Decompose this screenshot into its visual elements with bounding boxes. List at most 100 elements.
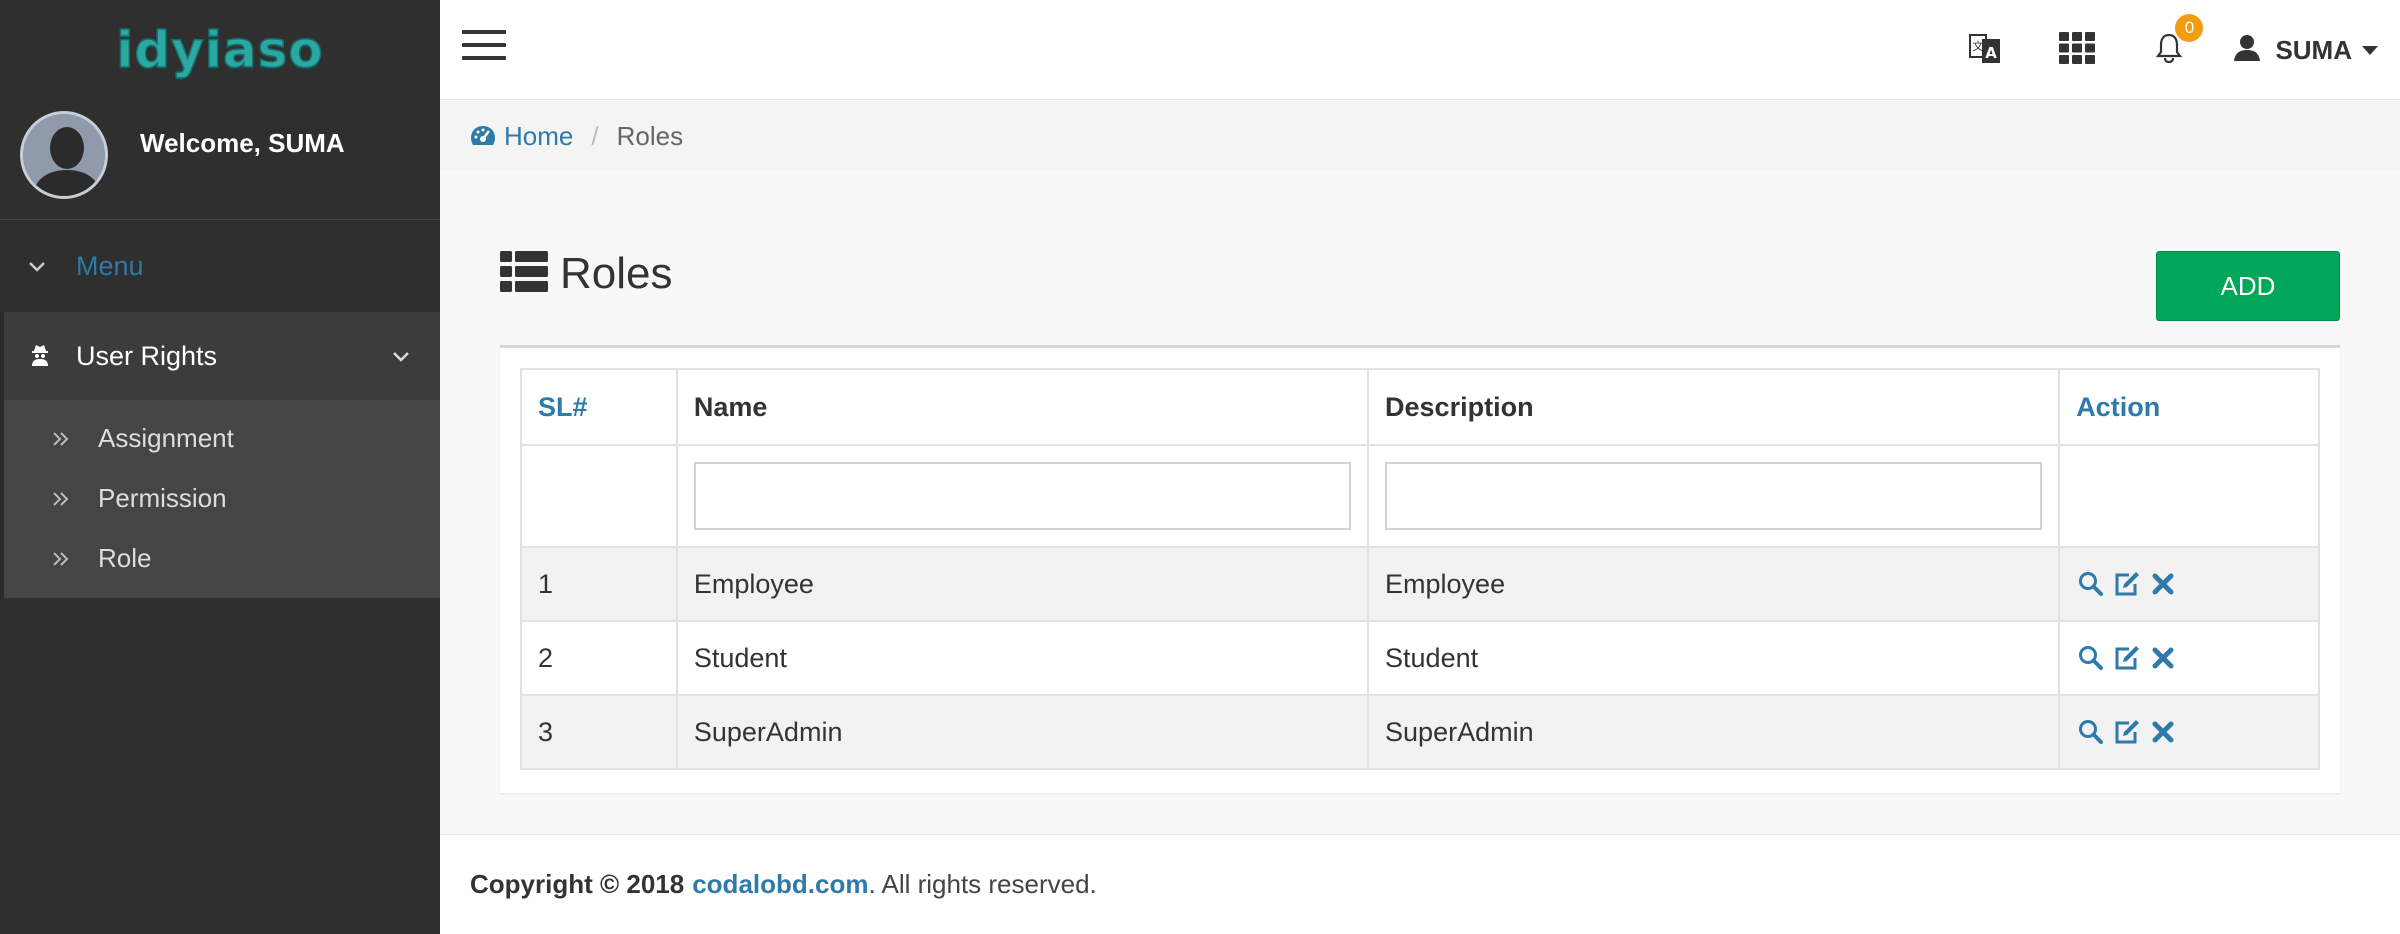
column-header-name[interactable]: Name — [675, 368, 1370, 446]
sidebar-item-role[interactable]: Role — [4, 528, 440, 588]
content-wrapper: Home / Roles Roles ADD SL# Name Descript… — [440, 101, 2400, 833]
footer-rights-text: . All rights reserved. — [868, 869, 1097, 899]
edit-icon[interactable] — [2112, 643, 2142, 673]
cell-sl: 2 — [520, 620, 678, 696]
notifications-button[interactable]: 0 — [2123, 0, 2215, 100]
sidebar-item-label: Permission — [98, 482, 227, 513]
breadcrumb-current: Roles — [616, 120, 684, 151]
user-icon — [2233, 34, 2261, 67]
sidebar-item-permission[interactable]: Permission — [4, 468, 440, 528]
footer-company-link[interactable]: codalobd.com — [692, 869, 868, 900]
filter-cell-empty — [2058, 444, 2320, 548]
sidebar-item-label: Assignment — [98, 422, 234, 453]
menu-toggle[interactable]: Menu — [0, 220, 440, 312]
row-actions — [2076, 643, 2302, 673]
cell-name: Student — [675, 620, 1370, 696]
chevron-down-icon — [28, 253, 58, 279]
cell-description: SuperAdmin — [1367, 694, 2061, 770]
notification-count-badge: 0 — [2175, 14, 2204, 42]
hamburger-icon-bar — [462, 43, 506, 47]
page-title: Roles — [560, 249, 673, 298]
double-chevron-right-icon — [52, 543, 82, 574]
avatar — [20, 110, 108, 199]
footer: Copyright © 2018 codalobd.com . All righ… — [440, 834, 2400, 934]
table-row: 2 Student Student — [520, 620, 2320, 696]
cell-name: SuperAdmin — [675, 694, 1370, 770]
cell-actions — [2058, 694, 2320, 770]
language-button[interactable]: A 文 — [1939, 0, 2031, 100]
table-row: 1 Employee Employee — [520, 546, 2320, 622]
add-button[interactable]: ADD — [2156, 251, 2340, 321]
cell-actions — [2058, 620, 2320, 696]
delete-x-icon[interactable] — [2148, 643, 2178, 673]
user-menu-dropdown[interactable]: SUMA — [2215, 0, 2400, 100]
table-header-row: SL# Name Description Action — [520, 368, 2320, 446]
list-icon — [500, 250, 548, 298]
user-secret-icon — [28, 342, 52, 371]
hamburger-icon-bar — [462, 56, 506, 60]
sidebar-item-label: Role — [98, 542, 152, 573]
user-silhouette-icon — [23, 113, 105, 196]
column-header-sl[interactable]: SL# — [520, 368, 678, 446]
breadcrumb-home-link[interactable]: Home — [470, 121, 573, 152]
tree-submenu: Assignment Permission Role — [4, 400, 440, 598]
table-row: 3 SuperAdmin SuperAdmin — [520, 694, 2320, 770]
svg-text:文: 文 — [1973, 39, 1984, 53]
roles-table: SL# Name Description Action 1 Employee E… — [520, 368, 2320, 770]
breadcrumb-separator: / — [591, 120, 599, 151]
caret-down-icon — [2362, 45, 2378, 55]
svg-text:A: A — [1986, 44, 1998, 62]
cell-sl: 3 — [520, 694, 678, 770]
name-filter-input[interactable] — [693, 462, 1352, 530]
cell-sl: 1 — [520, 546, 678, 622]
sidebar-toggle-button[interactable] — [462, 30, 506, 66]
roles-table-box: SL# Name Description Action 1 Employee E… — [500, 345, 2340, 793]
cell-description: Student — [1367, 620, 2061, 696]
brand-logo-text: idyiaso — [115, 20, 324, 80]
row-actions — [2076, 717, 2302, 747]
column-header-action: Action — [2058, 368, 2320, 446]
apps-button[interactable] — [2031, 0, 2123, 100]
sidebar-item-assignment[interactable]: Assignment — [4, 408, 440, 468]
sidebar-item-label: User Rights — [76, 340, 218, 371]
chevron-down-icon — [392, 343, 410, 369]
cell-actions — [2058, 546, 2320, 622]
delete-x-icon[interactable] — [2148, 717, 2178, 747]
brand-logo[interactable]: idyiaso — [115, 20, 324, 80]
cell-name: Employee — [675, 546, 1370, 622]
copyright-text: Copyright © 2018 — [470, 869, 685, 899]
tree-user-rights: User Rights Assignment Permission Role — [0, 312, 440, 598]
page-header: Roles — [500, 249, 673, 299]
brand[interactable]: idyiaso — [0, 0, 440, 100]
edit-icon[interactable] — [2112, 717, 2142, 747]
view-search-icon[interactable] — [2076, 569, 2106, 599]
sidebar-item-user-rights[interactable]: User Rights — [4, 312, 440, 400]
breadcrumb: Home / Roles — [440, 101, 2400, 171]
grid-icon — [2059, 31, 2096, 69]
filter-row — [520, 444, 2320, 548]
double-chevron-right-icon — [52, 483, 82, 514]
double-chevron-right-icon — [52, 423, 82, 454]
delete-x-icon[interactable] — [2148, 569, 2178, 599]
column-header-description[interactable]: Description — [1367, 368, 2061, 446]
menu-label: Menu — [76, 250, 144, 281]
view-search-icon[interactable] — [2076, 643, 2106, 673]
top-navbar: A 文 0 SUMA — [440, 0, 2400, 100]
sidebar: idyiaso Welcome, SUMA Menu User Rights A… — [0, 0, 440, 934]
view-search-icon[interactable] — [2076, 717, 2106, 747]
hamburger-icon-bar — [462, 30, 506, 34]
user-panel: Welcome, SUMA — [0, 90, 440, 220]
translate-icon: A 文 — [1968, 31, 2002, 70]
row-actions — [2076, 569, 2302, 599]
edit-icon[interactable] — [2112, 569, 2142, 599]
welcome-text: Welcome, SUMA — [140, 128, 345, 158]
filter-cell-description — [1367, 444, 2061, 548]
filter-cell-name — [675, 444, 1370, 548]
username: SUMA — [2275, 34, 2352, 65]
description-filter-input[interactable] — [1385, 462, 2043, 530]
cell-description: Employee — [1367, 546, 2061, 622]
filter-cell-empty — [520, 444, 678, 548]
navbar-icons: A 文 0 SUMA — [1939, 0, 2400, 100]
breadcrumb-home-label: Home — [504, 120, 574, 151]
dashboard-icon — [470, 125, 496, 147]
